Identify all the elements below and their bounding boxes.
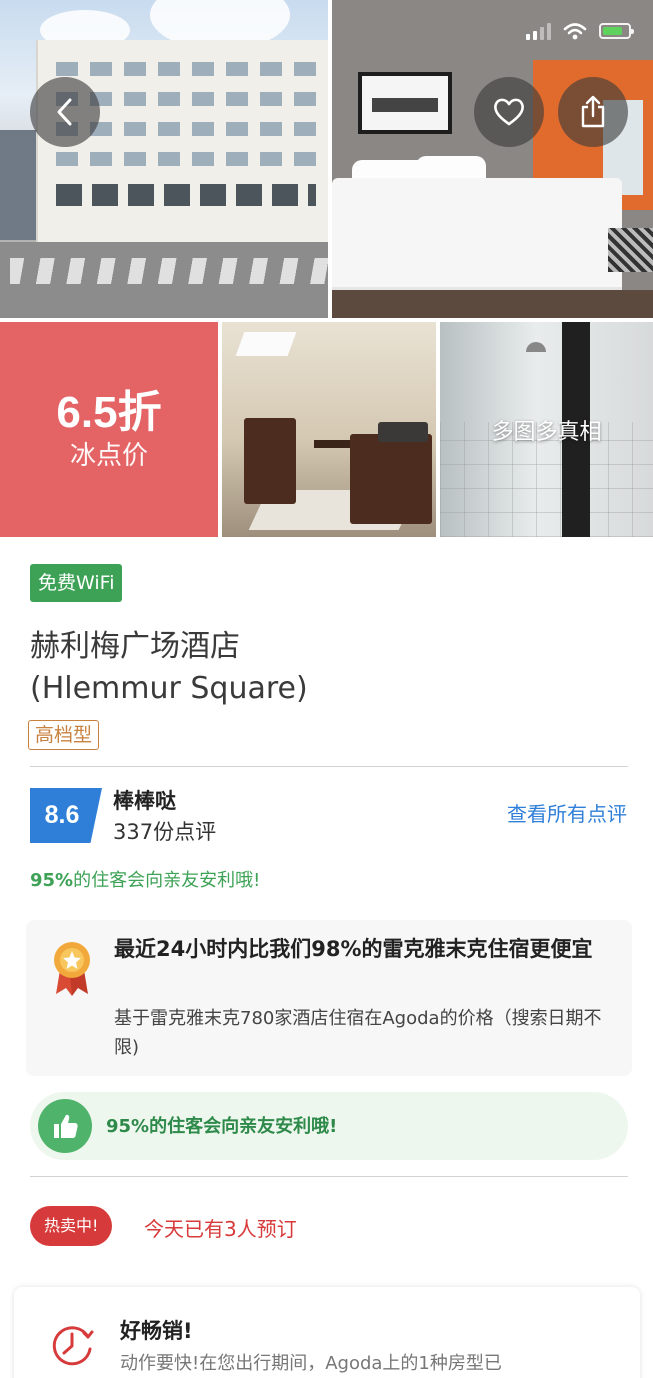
armchair: [350, 434, 432, 524]
more-photos-label[interactable]: 多图多真相: [440, 322, 653, 537]
wifi-icon: [563, 23, 587, 40]
bedroom-photo[interactable]: [332, 0, 653, 318]
recommend-banner-text: 95%的住客会向亲友安利哦!: [106, 1116, 338, 1137]
divider: [30, 1176, 628, 1177]
divider: [30, 766, 628, 767]
chevron-left-icon: [57, 98, 72, 126]
neighbor-building: [0, 130, 40, 240]
discount-tile[interactable]: 6.5折 冰点价: [0, 322, 218, 537]
sofa: [378, 422, 428, 442]
armchair: [244, 418, 296, 504]
storefront: [56, 184, 316, 206]
share-icon: [581, 95, 605, 128]
photo-gallery: 6.5折 冰点价 多图多真相: [0, 0, 653, 537]
medal-icon: [54, 942, 90, 996]
price-card-title: 最近24小时内比我们98%的雷克雅末克住宿更便宜: [114, 937, 593, 961]
price-comparison-card: 最近24小时内比我们98%的雷克雅末克住宿更便宜 基于雷克雅末克780家酒店住宿…: [26, 920, 632, 1076]
free-wifi-badge: 免费WiFi: [30, 564, 123, 602]
booked-today-text: 今天已有3人预订: [144, 1217, 297, 1241]
hotel-name-cn: 赫利梅广场酒店: [30, 629, 240, 664]
window-row: [56, 152, 316, 166]
selling-fast-card: 好畅销! 动作要快!在您出行期间，Agoda上的1种房型已: [14, 1287, 640, 1378]
hotel-exterior-photo[interactable]: [0, 0, 328, 318]
floor: [332, 290, 653, 318]
battery-icon: [599, 23, 634, 39]
rug: [608, 228, 653, 272]
back-button[interactable]: [30, 77, 100, 147]
hotel-name-en: (Hlemmur Square): [30, 671, 308, 706]
hot-selling-badge: 热卖中!: [30, 1206, 113, 1246]
share-button[interactable]: [558, 77, 628, 147]
crosswalk: [10, 258, 328, 284]
bathroom-photo[interactable]: 多图多真相: [440, 322, 653, 537]
discount-value: 6.5折: [56, 387, 162, 437]
price-card-description: 基于雷克雅末克780家酒店住宿在Agoda的价格（搜索日期不限): [114, 1008, 602, 1058]
recommend-line: 95%的住客会向亲友安利哦!: [30, 866, 260, 892]
recommend-banner: 95%的住客会向亲友安利哦!: [30, 1092, 628, 1160]
review-count: 337份点评: [113, 820, 217, 844]
signal-icon: [526, 22, 551, 40]
recommend-text: 的住客会向亲友安利哦!: [73, 870, 261, 891]
selling-fast-title: 好畅销!: [120, 1319, 193, 1343]
clock-icon: [52, 1326, 94, 1366]
heart-icon: [494, 98, 524, 126]
hotel-name: 赫利梅广场酒店 (Hlemmur Square): [30, 626, 620, 710]
battery-level: [603, 27, 623, 35]
all-reviews-link[interactable]: 查看所有点评: [507, 798, 627, 827]
selling-fast-description: 动作要快!在您出行期间，Agoda上的1种房型已: [120, 1353, 502, 1374]
hotel-class-badge: 高档型: [28, 720, 100, 750]
status-bar: [526, 22, 634, 40]
skylight: [235, 332, 297, 356]
bed: [332, 178, 622, 290]
thumbs-up-badge: [38, 1099, 92, 1153]
favorite-button[interactable]: [474, 77, 544, 147]
review-score: 8.6: [30, 788, 102, 843]
thumbs-up-icon: [54, 1114, 78, 1138]
window-row: [56, 62, 316, 76]
wall-picture: [358, 72, 452, 134]
recommend-percent: 95%: [30, 870, 74, 891]
score-word: 棒棒哒: [113, 789, 176, 813]
discount-caption: 冰点价: [69, 440, 148, 471]
lounge-photo[interactable]: [222, 322, 436, 537]
